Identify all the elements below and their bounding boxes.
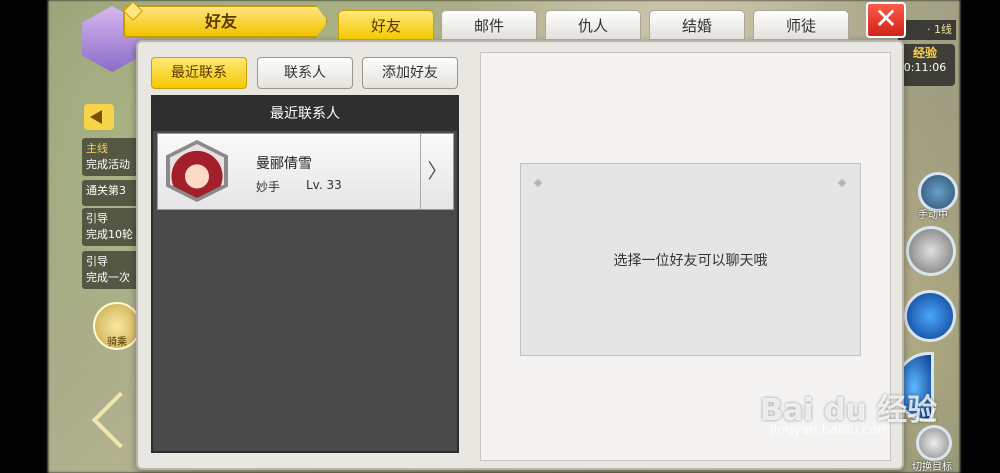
target-switch-icon[interactable]	[916, 425, 952, 461]
quest-desc: 完成一次	[86, 271, 130, 284]
quest-item[interactable]: 引导 完成10轮	[82, 208, 142, 246]
manual-mode-label: 手动中	[918, 210, 948, 221]
contact-school: 妙手	[256, 180, 281, 194]
chat-hint-text: 选择一位好友可以聊天哦	[613, 253, 768, 269]
tab-mail[interactable]: 邮件	[441, 10, 537, 40]
dialog-title: 好友	[123, 5, 328, 38]
quest-item[interactable]: 引导 完成一次	[82, 251, 142, 289]
tab-friends[interactable]: 好友	[338, 10, 434, 40]
switch-target-label: 切换目标	[912, 462, 952, 473]
close-button[interactable]: ✕	[866, 2, 906, 38]
exp-badge[interactable]: 经验 0:11:06	[895, 44, 955, 86]
tab-mentor[interactable]: 师徒	[753, 10, 849, 40]
exp-timer: 0:11:06	[903, 61, 947, 74]
quest-title: 主线	[86, 142, 108, 155]
quest-desc: 完成活动	[86, 158, 130, 171]
corner-ornament	[837, 178, 847, 188]
exp-label: 经验	[912, 46, 937, 60]
quest-title: 引导	[86, 255, 108, 268]
contact-name: 曼郦倩雪	[256, 156, 312, 172]
jump-skill-icon[interactable]	[906, 226, 956, 276]
subtab-recent[interactable]: 最近联系	[151, 57, 247, 89]
contact-row[interactable]: 曼郦倩雪 妙手 Lv. 33 〉	[157, 133, 454, 210]
tab-enemies[interactable]: 仇人	[545, 10, 641, 40]
contact-portrait	[170, 144, 224, 198]
beast-skill-icon[interactable]	[904, 290, 956, 342]
chat-hint-box: 选择一位好友可以聊天哦	[520, 163, 861, 356]
tab-marriage[interactable]: 结婚	[649, 10, 745, 40]
contact-level: Lv. 33	[306, 178, 342, 192]
chevron-right-icon[interactable]: 〉	[420, 134, 454, 209]
recent-contacts-panel: 最近联系人 曼郦倩雪 妙手 Lv. 33 〉	[151, 95, 459, 453]
subtab-contacts[interactable]: 联系人	[257, 57, 353, 89]
collapse-arrow-icon[interactable]	[84, 104, 114, 130]
mount-button[interactable]: 骑乘	[93, 302, 141, 350]
quest-title: 通关第3	[86, 184, 126, 197]
list-header: 最近联系人	[153, 97, 457, 131]
quest-title: 引导	[86, 212, 108, 225]
quest-desc: 完成10轮	[86, 228, 133, 241]
corner-ornament	[533, 178, 543, 188]
baidu-watermark-url: jingyan.baidu.com	[770, 423, 890, 438]
mount-label: 骑乘	[107, 337, 127, 348]
subtab-add-friend[interactable]: 添加好友	[362, 57, 458, 89]
quest-item[interactable]: 通关第3	[82, 180, 142, 206]
contact-avatar	[166, 140, 228, 202]
quest-item[interactable]: 主线 完成活动	[82, 138, 142, 176]
server-line-badge[interactable]: · 1线	[898, 20, 956, 40]
